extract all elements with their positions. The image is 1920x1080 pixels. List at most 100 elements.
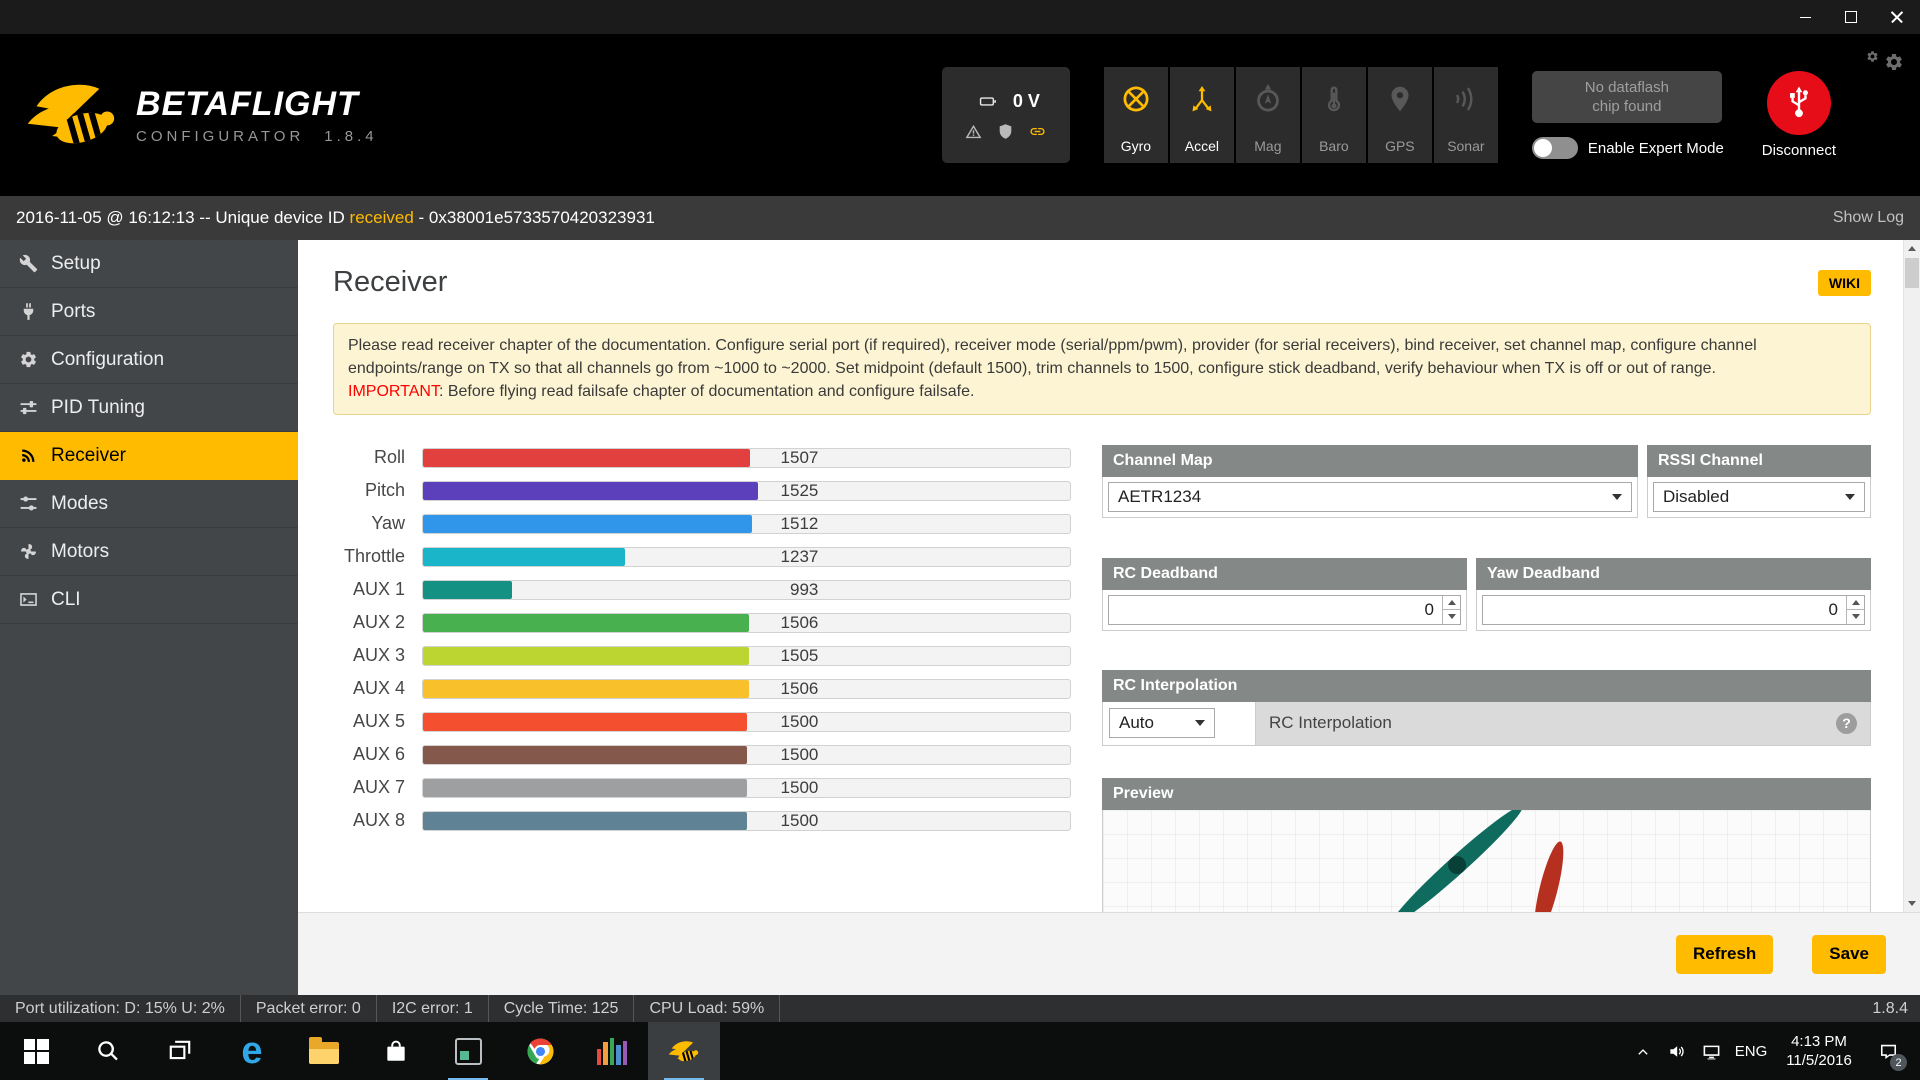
log-bar: 2016-11-05 @ 16:12:13 -- Unique device I… <box>0 196 1920 240</box>
rc-interpolation-select[interactable]: Auto <box>1109 708 1215 738</box>
sensor-accel: Accel <box>1170 67 1234 163</box>
screen: BETAFLIGHT CONFIGURATOR 1.8.4 0 V <box>0 0 1920 1080</box>
channel-row-aux-4: AUX 4 1506 <box>333 679 1071 699</box>
spinner-up-icon[interactable] <box>1847 596 1864 611</box>
channel-label: AUX 4 <box>333 678 405 699</box>
taskbar-colored-app-button[interactable] <box>576 1022 648 1080</box>
channel-bars: Roll 1507 Pitch <box>333 445 1071 912</box>
channel-label: AUX 5 <box>333 711 405 732</box>
channel-bar-fill <box>423 449 750 467</box>
channel-meter: 1525 <box>422 481 1071 501</box>
taskbar-store-button[interactable] <box>360 1022 432 1080</box>
channel-value: 1500 <box>772 712 818 732</box>
rc-interpolation-header: RC Interpolation <box>1102 670 1871 702</box>
sidebar-item-setup[interactable]: Setup <box>0 240 298 288</box>
model-preview-graphic <box>1103 810 1870 912</box>
sidebar-item-ports[interactable]: Ports <box>0 288 298 336</box>
sensor-baro: Baro <box>1302 67 1366 163</box>
sidebar-item-receiver[interactable]: Receiver <box>0 432 298 480</box>
shield-icon <box>997 123 1014 140</box>
scroll-down-icon[interactable] <box>1904 895 1920 912</box>
window-maximize-button[interactable] <box>1828 0 1874 34</box>
channel-meter: 1500 <box>422 811 1071 831</box>
tray-chevron-button[interactable] <box>1626 1022 1660 1080</box>
disconnect-button[interactable] <box>1767 71 1831 135</box>
search-icon <box>95 1038 121 1064</box>
rc-deadband-input[interactable]: 0 <box>1108 595 1461 625</box>
sidebar-item-motors[interactable]: Motors <box>0 528 298 576</box>
scrollbar[interactable] <box>1903 240 1920 912</box>
spinner-down-icon[interactable] <box>1847 610 1864 624</box>
taskbar: e <box>0 1022 1920 1080</box>
channel-map-select[interactable]: AETR1234 <box>1108 482 1632 512</box>
sensor-label: GPS <box>1385 138 1415 154</box>
channel-meter: 1237 <box>422 547 1071 567</box>
status-segment: Cycle Time: 125 <box>489 995 635 1022</box>
usb-icon <box>19 302 38 321</box>
spinner-down-icon[interactable] <box>1443 610 1460 624</box>
yaw-deadband-input[interactable]: 0 <box>1482 595 1865 625</box>
scrollbar-thumb[interactable] <box>1905 258 1919 288</box>
channel-bar-fill <box>423 680 749 698</box>
language-indicator[interactable]: ENG <box>1728 1043 1774 1060</box>
sidebar-item-label: CLI <box>51 589 81 611</box>
sensor-mag: Mag <box>1236 67 1300 163</box>
sidebar-item-configuration[interactable]: Configuration <box>0 336 298 384</box>
channel-value: 1525 <box>772 481 818 501</box>
wiki-button[interactable]: WIKI <box>1818 270 1871 296</box>
warning-icon <box>965 123 982 140</box>
gear-icon <box>19 350 38 369</box>
window-close-button[interactable] <box>1874 0 1920 34</box>
taskbar-search-button[interactable] <box>72 1022 144 1080</box>
notification-center-button[interactable]: 2 <box>1864 1022 1912 1080</box>
taskbar-edge-button[interactable]: e <box>216 1022 288 1080</box>
channel-row-aux-6: AUX 6 1500 <box>333 745 1071 765</box>
settings-gear-icon[interactable] <box>1864 50 1904 76</box>
channel-map-header: Channel Map <box>1102 445 1638 477</box>
model-preview <box>1102 810 1871 912</box>
sidebar-item-cli[interactable]: CLI <box>0 576 298 624</box>
rssi-channel-select[interactable]: Disabled <box>1653 482 1865 512</box>
refresh-button[interactable]: Refresh <box>1676 935 1773 974</box>
taskbar-betaflight-button[interactable] <box>648 1022 720 1080</box>
dataflash-status-button: No dataflash chip found <box>1532 71 1722 123</box>
clock[interactable]: 4:13 PM 11/5/2016 <box>1774 1032 1864 1071</box>
task-view-button[interactable] <box>144 1022 216 1080</box>
sensor-label: Mag <box>1254 138 1281 154</box>
taskbar-app-window-button[interactable] <box>432 1022 504 1080</box>
channel-bar-fill <box>423 647 749 665</box>
tray-network-button[interactable] <box>1694 1022 1728 1080</box>
window-minimize-button[interactable] <box>1782 0 1828 34</box>
accel-icon <box>1187 84 1217 114</box>
channel-bar-fill <box>423 548 625 566</box>
battery-status: 0 V <box>942 67 1070 163</box>
help-icon[interactable]: ? <box>1836 713 1857 734</box>
battery-voltage: 0 V <box>1013 91 1040 112</box>
channel-bar-fill <box>423 614 749 632</box>
taskbar-chrome-button[interactable] <box>504 1022 576 1080</box>
taskbar-file-explorer-button[interactable] <box>288 1022 360 1080</box>
save-button[interactable]: Save <box>1812 935 1886 974</box>
dropdown-arrow-icon <box>1195 720 1205 726</box>
channel-bar-fill <box>423 482 758 500</box>
channel-label: AUX 7 <box>333 777 405 798</box>
sidebar-item-modes[interactable]: Modes <box>0 480 298 528</box>
channel-value: 1506 <box>772 679 818 699</box>
status-segment: Port utilization: D: 15% U: 2% <box>0 995 241 1022</box>
spinner-up-icon[interactable] <box>1443 596 1460 611</box>
usb-plug-icon <box>1781 85 1817 121</box>
gps-icon <box>1385 84 1415 114</box>
note-body: Please read receiver chapter of the docu… <box>348 334 1856 380</box>
show-log-button[interactable]: Show Log <box>1833 209 1904 227</box>
start-button[interactable] <box>0 1022 72 1080</box>
channel-label: Roll <box>333 447 405 468</box>
channel-meter: 1500 <box>422 778 1071 798</box>
channel-label: Yaw <box>333 513 405 534</box>
channel-label: AUX 1 <box>333 579 405 600</box>
tray-volume-button[interactable] <box>1660 1022 1694 1080</box>
channel-label: Pitch <box>333 480 405 501</box>
sidebar-item-pid-tuning[interactable]: PID Tuning <box>0 384 298 432</box>
scroll-up-icon[interactable] <box>1904 240 1920 257</box>
brand-title: BETAFLIGHT <box>136 85 378 124</box>
expert-mode-toggle[interactable] <box>1532 137 1578 159</box>
